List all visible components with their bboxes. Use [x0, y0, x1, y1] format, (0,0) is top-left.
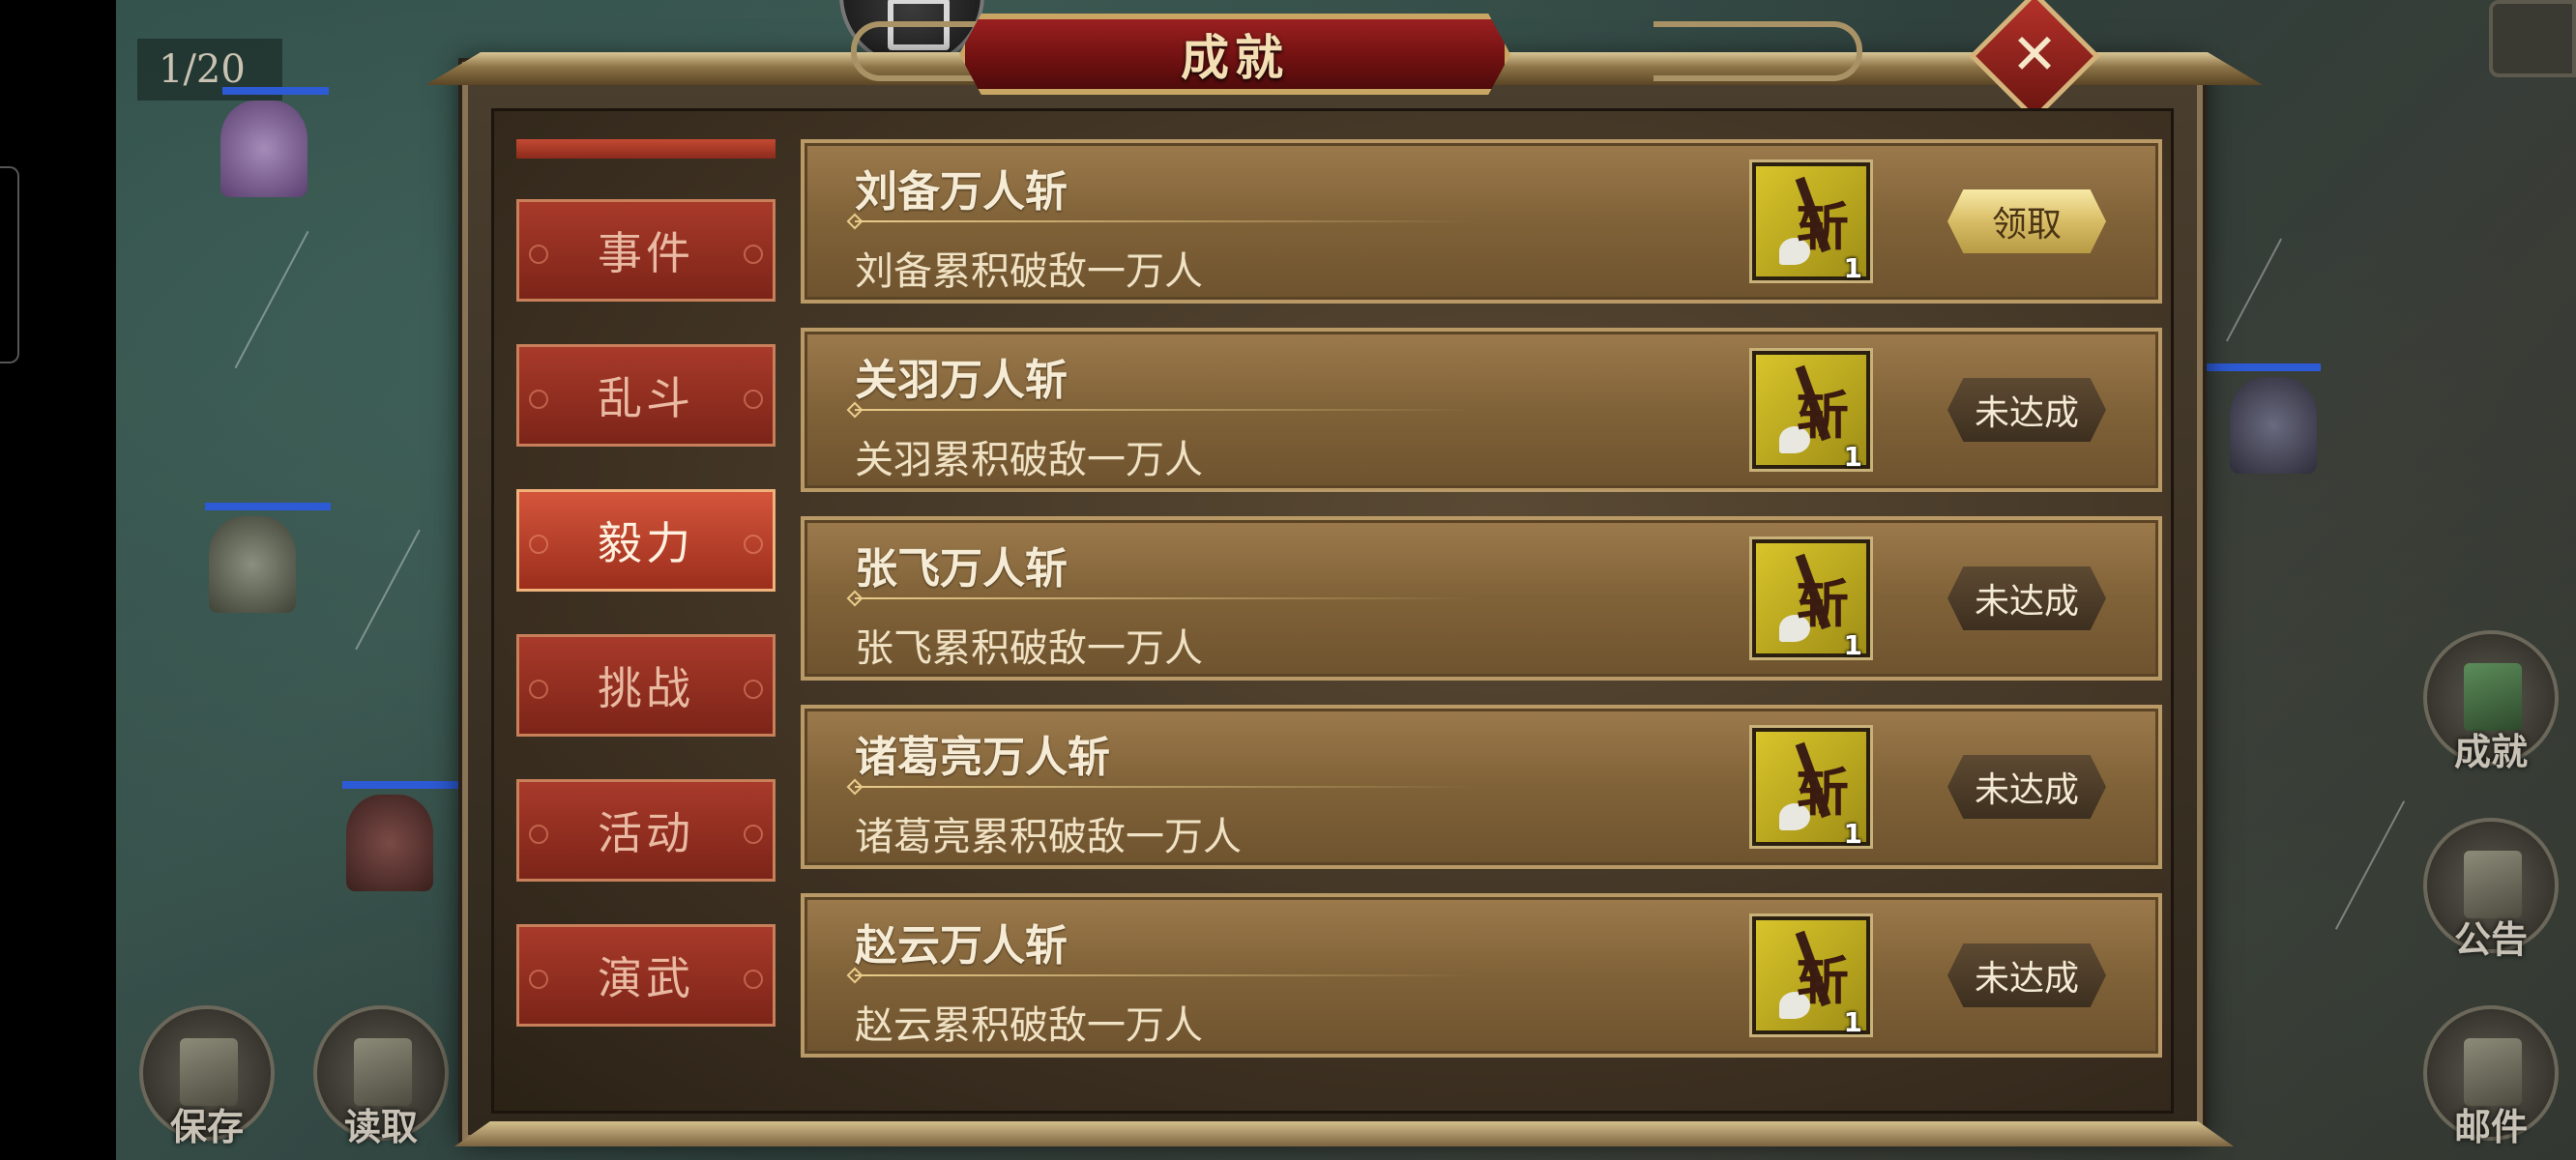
- tab-ornament-icon: [529, 970, 548, 989]
- achievement-desc: 诸葛亮累积破敌一万人: [855, 815, 1242, 859]
- load-button[interactable]: 读取: [313, 1005, 449, 1148]
- achievement-row: 关羽万人斩 关羽累积破敌一万人 斩 1 未达成: [801, 328, 2162, 492]
- rain-streak: [355, 529, 421, 651]
- tab-ornament-icon: [529, 390, 548, 409]
- tab-ornament-icon: [529, 680, 548, 699]
- achievement-name: 诸葛亮万人斩: [855, 733, 1110, 782]
- menu-icon[interactable]: [2489, 0, 2576, 77]
- tab-label: 乱斗: [598, 372, 694, 424]
- tab-ornament-icon: [529, 245, 548, 264]
- load-icon: [354, 1038, 412, 1106]
- save-label: 保存: [169, 1106, 244, 1148]
- reward-item[interactable]: 斩 1: [1752, 916, 1870, 1038]
- tab-ornament-icon: [744, 535, 763, 554]
- reward-item[interactable]: 斩 1: [1752, 162, 1870, 284]
- claim-button[interactable]: 领取: [1947, 189, 2106, 253]
- rain-streak: [234, 230, 309, 369]
- tab-drill[interactable]: 演武: [516, 924, 776, 1027]
- achievement-name: 张飞万人斩: [855, 544, 1068, 594]
- unit-sprite[interactable]: [2230, 377, 2317, 474]
- achievement-name: 赵云万人斩: [855, 921, 1068, 971]
- divider: [855, 409, 1474, 411]
- notice-label: 公告: [2453, 918, 2528, 961]
- reward-quantity: 1: [1843, 252, 1862, 284]
- unit-hp-bar: [205, 503, 331, 510]
- save-icon: [180, 1038, 238, 1106]
- load-label: 读取: [343, 1106, 418, 1148]
- tab-label: 毅力: [598, 517, 694, 569]
- tab-challenge[interactable]: 挑战: [516, 634, 776, 737]
- tab-label: 活动: [598, 807, 694, 859]
- achievement-desc: 张飞累积破敌一万人: [855, 626, 1203, 671]
- divider: [855, 974, 1474, 976]
- tab-ornament-icon: [744, 970, 763, 989]
- tab-perseverance[interactable]: 毅力: [516, 489, 776, 592]
- tab-ornament-icon: [744, 390, 763, 409]
- status-badge: 未达成: [1947, 378, 2106, 442]
- tab-list-top: [516, 139, 776, 159]
- divider: [855, 220, 1474, 222]
- rain-streak: [2334, 800, 2406, 930]
- achievement-name: 刘备万人斩: [855, 167, 1068, 217]
- reward-glyph: 斩: [1797, 949, 1849, 1011]
- rain-streak: [2225, 238, 2283, 342]
- divider: [855, 597, 1474, 599]
- tab-ornament-icon: [529, 535, 548, 554]
- unit-hp-bar: [342, 781, 468, 789]
- dialog-bottom-rail: [454, 1121, 2234, 1146]
- achievement-row: 赵云万人斩 赵云累积破敌一万人 斩 1 未达成: [801, 893, 2162, 1058]
- tab-label: 演武: [598, 952, 694, 1004]
- tab-activity[interactable]: 活动: [516, 779, 776, 882]
- close-icon: ✕: [2010, 21, 2059, 87]
- tab-ornament-icon: [529, 825, 548, 844]
- unit-sprite[interactable]: [220, 101, 307, 197]
- unit-sprite[interactable]: [346, 795, 433, 891]
- achievement-row: 刘备万人斩 刘备累积破敌一万人 斩 1 领取: [801, 139, 2162, 304]
- tab-brawl[interactable]: 乱斗: [516, 344, 776, 447]
- mail-label: 邮件: [2453, 1106, 2528, 1148]
- achievement-icon: [2464, 663, 2522, 731]
- device-edge: [0, 166, 19, 363]
- reward-item[interactable]: 斩 1: [1752, 351, 1870, 473]
- achievement-name: 关羽万人斩: [855, 356, 1068, 405]
- status-badge: 未达成: [1947, 755, 2106, 819]
- title-plaque: 成就: [959, 14, 1510, 95]
- reward-glyph: 斩: [1797, 384, 1849, 446]
- dialog-title: 成就: [1181, 29, 1289, 86]
- reward-item[interactable]: 斩 1: [1752, 728, 1870, 850]
- status-badge: 未达成: [1947, 943, 2106, 1007]
- tab-ornament-icon: [744, 680, 763, 699]
- save-button[interactable]: 保存: [139, 1005, 275, 1148]
- achievement-label: 成就: [2453, 731, 2528, 773]
- scroll-icon: [2464, 851, 2522, 918]
- reward-item[interactable]: 斩 1: [1752, 539, 1870, 661]
- reward-quantity: 1: [1843, 1006, 1862, 1038]
- achievement-button[interactable]: 成就: [2423, 630, 2559, 773]
- reward-quantity: 1: [1843, 818, 1862, 850]
- tab-label: 挑战: [598, 662, 694, 714]
- achievement-desc: 赵云累积破敌一万人: [855, 1003, 1203, 1048]
- tab-ornament-icon: [744, 245, 763, 264]
- notice-button[interactable]: 公告: [2423, 818, 2559, 961]
- reward-glyph: 斩: [1797, 572, 1849, 634]
- tab-label: 事件: [598, 227, 694, 279]
- status-badge: 未达成: [1947, 566, 2106, 630]
- reward-glyph: 斩: [1797, 195, 1849, 257]
- tab-events[interactable]: 事件: [516, 199, 776, 302]
- reward-quantity: 1: [1843, 629, 1862, 661]
- achievement-row: 张飞万人斩 张飞累积破敌一万人 斩 1 未达成: [801, 516, 2162, 681]
- reward-quantity: 1: [1843, 441, 1862, 473]
- achievement-desc: 关羽累积破敌一万人: [855, 438, 1203, 482]
- unit-hp-bar: [222, 87, 329, 95]
- reward-glyph: 斩: [1797, 761, 1849, 823]
- mail-icon: [2464, 1038, 2522, 1106]
- tab-ornament-icon: [744, 825, 763, 844]
- mail-button[interactable]: 邮件: [2423, 1005, 2559, 1148]
- achievement-desc: 刘备累积破敌一万人: [855, 249, 1203, 294]
- divider: [855, 786, 1474, 788]
- achievement-row: 诸葛亮万人斩 诸葛亮累积破敌一万人 斩 1 未达成: [801, 705, 2162, 869]
- ornament-right: [1654, 21, 1862, 81]
- unit-sprite[interactable]: [209, 516, 296, 613]
- unit-hp-bar: [2205, 363, 2321, 371]
